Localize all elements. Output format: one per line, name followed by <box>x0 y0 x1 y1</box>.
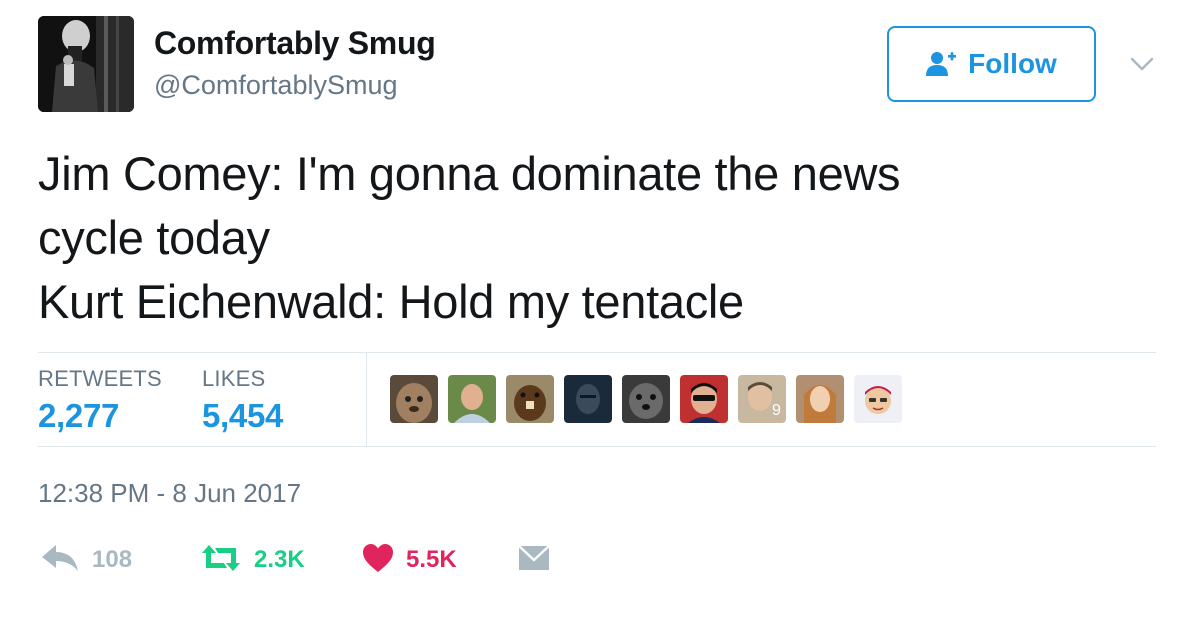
tweet-line: Kurt Eichenwald: Hold my tentacle <box>38 275 744 328</box>
liker-avatar[interactable] <box>448 375 496 423</box>
reply-count: 108 <box>92 546 133 573</box>
profile-photo-icon <box>38 16 134 112</box>
likes-count: 5,454 <box>202 397 284 434</box>
likes-label: LIKES <box>202 366 266 391</box>
divider <box>38 352 1156 353</box>
retweets-count: 2,277 <box>38 397 120 434</box>
retweet-icon <box>200 544 242 577</box>
tweet-text: Jim Comey: I'm gonna dominate the news c… <box>38 142 1158 334</box>
liker-avatar[interactable] <box>680 375 728 423</box>
retweets-stat[interactable]: RETWEETS 2,277 <box>38 366 162 435</box>
retweet-button[interactable]: 2.3K <box>200 540 305 580</box>
tweet-line: Jim Comey: I'm gonna dominate the news <box>38 147 901 200</box>
tweet-timestamp[interactable]: 12:38 PM - 8 Jun 2017 <box>38 478 301 509</box>
like-button[interactable]: 5.5K <box>362 540 457 580</box>
follow-button[interactable]: Follow <box>887 26 1096 102</box>
add-user-icon <box>926 51 957 77</box>
liker-avatar[interactable] <box>390 375 438 423</box>
tweet-line: cycle today <box>38 211 270 264</box>
chevron-down-icon[interactable] <box>1126 52 1158 76</box>
follow-button-label: Follow <box>968 48 1057 79</box>
user-avatar[interactable] <box>38 16 134 112</box>
likers-avatar-row: 9 <box>390 375 902 423</box>
liker-avatar[interactable] <box>854 375 902 423</box>
reply-button[interactable]: 108 <box>40 540 132 580</box>
envelope-icon <box>518 543 550 578</box>
liker-avatar[interactable] <box>564 375 612 423</box>
like-count: 5.5K <box>406 546 457 573</box>
svg-text:9: 9 <box>772 402 781 419</box>
retweet-count: 2.3K <box>254 546 305 573</box>
liker-avatar[interactable] <box>622 375 670 423</box>
liker-avatar[interactable]: 9 <box>738 375 786 423</box>
heart-icon <box>362 543 394 578</box>
retweets-label: RETWEETS <box>38 366 162 391</box>
stats-divider <box>366 353 367 446</box>
reply-icon <box>40 543 80 578</box>
direct-message-button[interactable] <box>518 540 550 580</box>
divider <box>38 446 1156 447</box>
liker-avatar[interactable] <box>796 375 844 423</box>
user-display-name[interactable]: Comfortably Smug <box>154 25 436 62</box>
liker-avatar[interactable] <box>506 375 554 423</box>
user-handle[interactable]: @ComfortablySmug <box>154 70 398 101</box>
likes-stat[interactable]: LIKES 5,454 <box>202 366 283 435</box>
